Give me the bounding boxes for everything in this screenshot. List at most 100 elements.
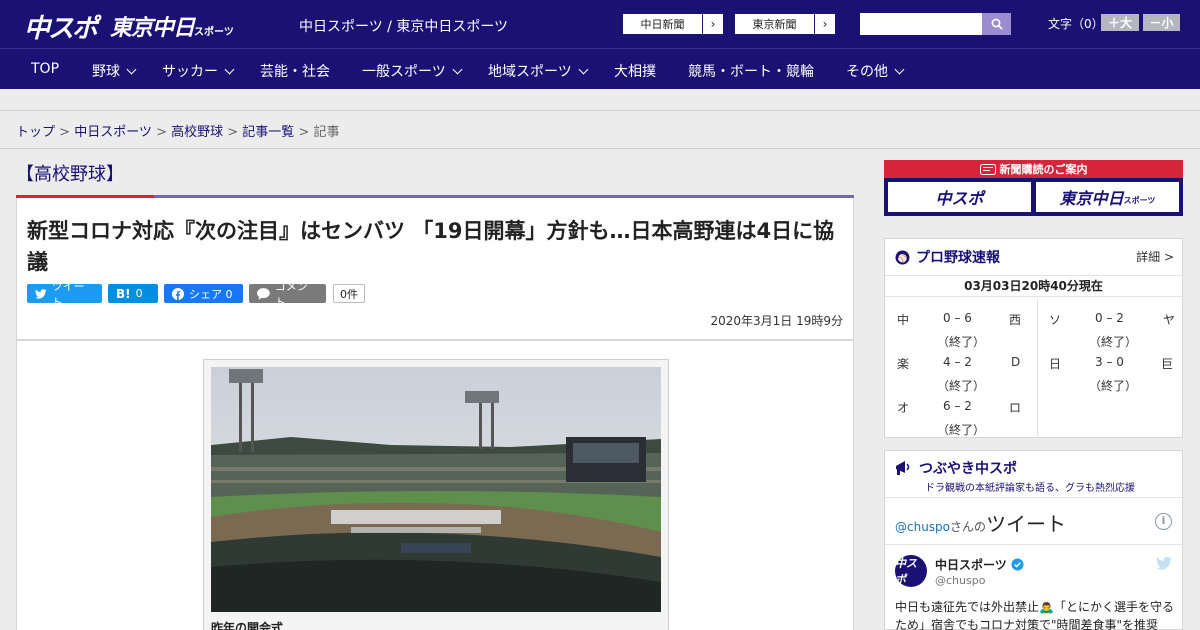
- main-nav: TOP 野球 サッカー 芸能・社会 一般スポーツ 地域スポーツ 大相撲 競馬・ボ…: [0, 48, 1200, 89]
- divider: [0, 148, 1200, 149]
- handle-suffix: さんの: [950, 520, 987, 534]
- subscribe-tokyo-chunichi-button[interactable]: 東京中日 スポーツ: [1036, 182, 1179, 212]
- nav-label: その他: [846, 64, 888, 80]
- facebook-share-label: シェア 0: [189, 287, 233, 301]
- comment-count[interactable]: 0件: [333, 284, 365, 303]
- breadcrumb: トップ > 中日スポーツ > 高校野球 > 記事一覧 > 記事: [16, 125, 340, 140]
- scores-title-row: ⚾ プロ野球速報: [895, 247, 1000, 267]
- home-team: 中: [897, 313, 910, 327]
- tweet-user-name[interactable]: 中日スポーツ: [935, 556, 1024, 573]
- subscribe-chuspo-button[interactable]: 中スポ: [888, 182, 1031, 212]
- article-body: 昨年の開会式: [16, 340, 854, 630]
- nav-item-entertainment[interactable]: 芸能・社会: [260, 61, 330, 81]
- category-title: 【高校野球】: [16, 164, 124, 185]
- nav-label: 一般スポーツ: [362, 64, 446, 80]
- nav-label: 大相撲: [614, 64, 656, 80]
- game-status: （終了）: [1089, 379, 1138, 393]
- font-size-label: 文字（0）: [1048, 17, 1104, 31]
- tweets-by-handle: @chuspoさんのツイート: [895, 508, 1066, 537]
- nav-item-general-sports[interactable]: 一般スポーツ: [362, 61, 463, 81]
- megaphone-icon: [896, 461, 910, 475]
- hatena-b-icon: B!: [116, 286, 131, 301]
- twitter-widget-subtitle: ドラ観戦の本紙評論家も語る、グラも熱烈応援: [925, 483, 1135, 494]
- twitter-widget-title-row: つぶやき中スポ: [895, 458, 1017, 478]
- speech-bubble-icon: [257, 287, 270, 300]
- site-name: 中日スポーツ / 東京中日スポーツ: [299, 19, 509, 35]
- font-larger-button[interactable]: ＋大: [1101, 14, 1139, 31]
- nav-item-top[interactable]: TOP: [31, 61, 59, 77]
- home-team: ソ: [1049, 313, 1062, 327]
- divider: [885, 544, 1182, 545]
- article-date: 2020年3月1日 19時9分: [710, 314, 843, 328]
- article-headline: 新型コロナ対応『次の注目』はセンバツ 「19日開幕」方針も…日本高野連は4日に協…: [27, 219, 835, 274]
- nav-item-baseball[interactable]: 野球: [92, 61, 137, 81]
- score: 0 – 6: [943, 311, 972, 325]
- ext-link-label: 中日新聞: [623, 14, 703, 34]
- column-divider: [1037, 298, 1038, 438]
- ext-link-label: 東京新聞: [735, 14, 815, 34]
- search-button[interactable]: [982, 13, 1011, 35]
- twitter-handle-link[interactable]: @chuspo: [895, 520, 950, 534]
- chevron-down-icon: [126, 64, 137, 74]
- score: 6 – 2: [943, 399, 972, 413]
- scores-title: プロ野球速報: [916, 250, 1000, 266]
- article-photo-frame: 昨年の開会式: [203, 359, 669, 630]
- nav-label: 競馬・ボート・競輪: [688, 64, 814, 80]
- breadcrumb-top[interactable]: トップ: [16, 125, 55, 140]
- stadium-photo-image: [211, 367, 661, 612]
- baseball-icon: ⚾: [895, 250, 910, 264]
- pro-baseball-scores: ⚾ プロ野球速報 詳細 > 03月03日20時40分現在 中 0 – 6 西 （…: [884, 238, 1183, 438]
- newspaper-icon: [979, 163, 996, 175]
- comment-button[interactable]: コメント: [249, 280, 326, 309]
- tokyo-logo-text: 東京中日: [110, 16, 195, 41]
- subscription-title: 新聞購読のご案内: [999, 163, 1088, 176]
- subscription-banner[interactable]: 新聞購読のご案内 中スポ 東京中日 スポーツ: [884, 160, 1183, 216]
- nav-label: サッカー: [162, 64, 218, 80]
- verified-badge-icon: [1011, 558, 1024, 571]
- nav-item-soccer[interactable]: サッカー: [162, 61, 235, 81]
- breadcrumb-article-list[interactable]: 記事一覧: [242, 125, 294, 140]
- chevron-down-icon: [452, 64, 463, 74]
- svg-text:⚾: ⚾: [897, 253, 908, 263]
- breadcrumb-chunichi-sports[interactable]: 中日スポーツ: [74, 125, 152, 140]
- away-team: ヤ: [1163, 313, 1176, 327]
- game-status: （終了）: [937, 335, 986, 349]
- chevron-right-icon: ›: [822, 17, 828, 31]
- search-input[interactable]: [860, 13, 982, 35]
- nav-item-racing[interactable]: 競馬・ボート・競輪: [688, 61, 814, 81]
- hatena-count: 0: [135, 287, 143, 300]
- stadium-photo[interactable]: [211, 367, 661, 612]
- chevron-down-icon: [224, 64, 235, 74]
- away-team: 西: [1009, 313, 1022, 327]
- twitter-bird-icon[interactable]: [1156, 555, 1172, 574]
- tweet-label: ツイート: [51, 279, 85, 309]
- avatar[interactable]: 中スポ: [895, 555, 927, 587]
- font-smaller-button[interactable]: －小: [1143, 14, 1180, 31]
- away-team: D: [1011, 355, 1021, 369]
- tokyo-chunichi-logo[interactable]: 東京中日スポーツ: [110, 10, 234, 42]
- tokyo-shimbun-link[interactable]: 東京新聞 ›: [734, 13, 836, 35]
- sub-tokyo-small: スポーツ: [1123, 195, 1156, 205]
- nav-item-sumo[interactable]: 大相撲: [614, 61, 656, 81]
- chuspo-logo[interactable]: 中スポ: [24, 8, 98, 45]
- nav-item-others[interactable]: その他: [846, 61, 905, 81]
- game-status: （終了）: [937, 379, 986, 393]
- tweet-user-id[interactable]: @chuspo: [935, 574, 985, 587]
- comment-label: コメント: [274, 279, 308, 309]
- away-team: 巨: [1161, 357, 1174, 371]
- chunichi-shimbun-link[interactable]: 中日新聞 ›: [622, 13, 724, 35]
- home-team: 日: [1049, 357, 1062, 371]
- breadcrumb-high-school-baseball[interactable]: 高校野球: [171, 125, 223, 140]
- facebook-share-button[interactable]: シェア 0: [164, 284, 243, 303]
- scores-detail-link[interactable]: 詳細 >: [1136, 248, 1174, 265]
- nav-item-local-sports[interactable]: 地域スポーツ: [488, 61, 589, 81]
- sub-tokyo-text: 東京中日: [1059, 189, 1124, 208]
- top-header: 中スポ 東京中日スポーツ 中日スポーツ / 東京中日スポーツ 中日新聞 › 東京…: [0, 0, 1200, 48]
- game-status: （終了）: [937, 423, 986, 437]
- nav-label: 地域スポーツ: [488, 64, 572, 80]
- info-icon[interactable]: i: [1155, 513, 1172, 530]
- photo-caption: 昨年の開会式: [211, 621, 284, 630]
- tweet-button[interactable]: ツイート: [27, 280, 102, 309]
- tokyo-logo-small: スポーツ: [194, 27, 234, 38]
- hatena-bookmark-button[interactable]: B! 0: [108, 284, 158, 303]
